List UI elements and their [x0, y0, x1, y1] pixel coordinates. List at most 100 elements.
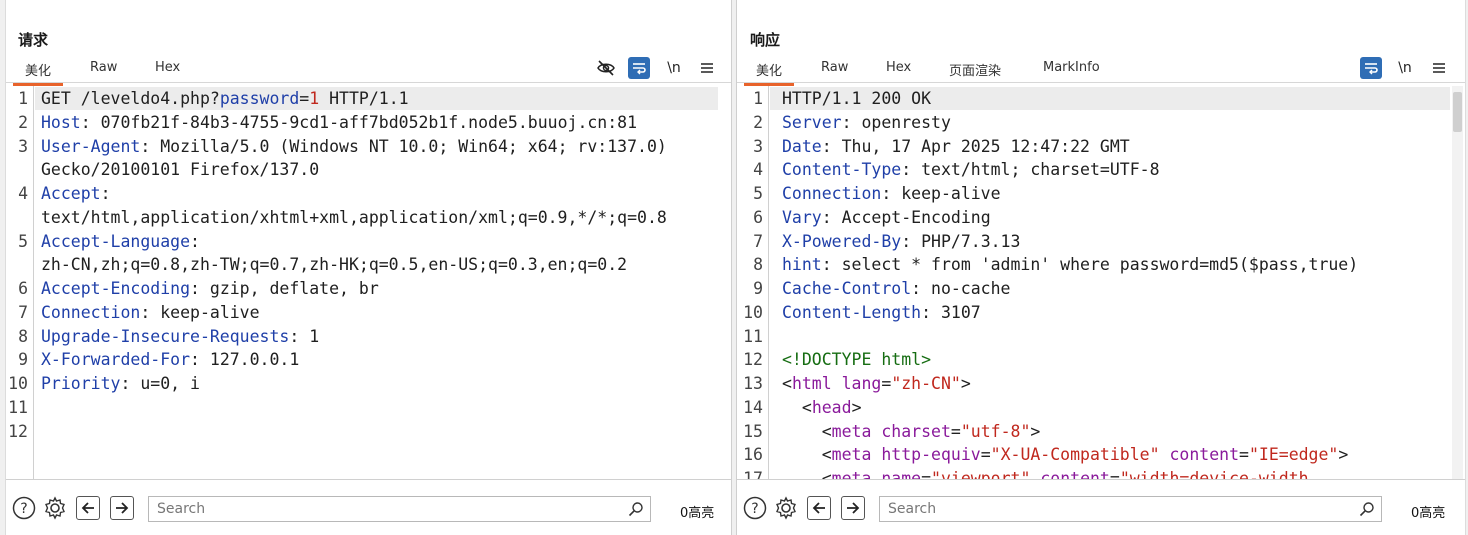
code-line: User-Agent: Mozilla/5.0 (Windows NT 10.0… — [41, 136, 667, 156]
response-editor[interactable]: 1 HTTP/1.1 200 OK 2 Server: openresty 3 Date:… — [737, 86, 1465, 480]
request-tabs: 美化 Raw Hex — [6, 58, 731, 86]
code-line: <meta charset="utf-8"> — [782, 421, 1041, 441]
response-highlight-count: 0高亮 — [1411, 506, 1446, 521]
code-line: <!DOCTYPE html> — [782, 350, 932, 370]
wrap-toggle-button[interactable] — [628, 57, 650, 79]
code-line: GET /leveldo4.php?password=1 HTTP/1.1 — [41, 89, 409, 108]
line-number: 2 — [753, 112, 763, 132]
code-line: Host: 070fb21f-84b3-4755-9cd1-aff7bd052b… — [41, 112, 638, 132]
line-number: 3 — [18, 136, 28, 156]
wrap-icon — [1365, 63, 1378, 75]
code-line: Content-Length: 3107 — [782, 302, 981, 322]
response-search-field[interactable] — [879, 496, 1382, 522]
code-line: Accept-Language: — [41, 231, 200, 251]
code-line: Vary: Accept-Encoding — [782, 207, 991, 227]
settings-button[interactable] — [43, 496, 67, 520]
response-tabs: 美化 Raw Hex 页面渲染 MarkInfo — [737, 58, 1465, 86]
svg-text:?: ? — [20, 501, 27, 517]
line-number: 7 — [18, 302, 28, 322]
code-line: Accept: — [41, 184, 111, 203]
line-number: 13 — [743, 374, 763, 393]
line-number: 1 — [18, 89, 28, 108]
code-line: Connection: keep-alive — [41, 302, 260, 322]
response-tab-render[interactable]: 页面渲染 — [949, 60, 1001, 79]
request-tab-raw[interactable]: Raw — [90, 60, 117, 75]
line-number: 6 — [18, 279, 28, 298]
code-line: X-Powered-By: PHP/7.3.13 — [782, 231, 1021, 251]
code-line: Accept-Encoding: gzip, deflate, br — [41, 279, 379, 298]
code-line: Priority: u=0, i — [41, 374, 200, 393]
arrow-left-icon — [81, 502, 94, 514]
hamburger-icon — [701, 63, 713, 73]
gear-icon — [45, 496, 65, 520]
code-line: Connection: keep-alive — [782, 184, 1001, 203]
line-number: 4 — [753, 160, 763, 180]
response-search-input[interactable] — [880, 497, 1381, 521]
request-menu-button[interactable] — [696, 57, 718, 79]
response-scroll-thumb[interactable] — [1453, 92, 1462, 132]
hide-nonprintable-button[interactable] — [595, 57, 617, 79]
response-scrollbar[interactable] — [1452, 86, 1463, 479]
response-title: 响应 — [750, 31, 781, 49]
search-next-button[interactable] — [110, 496, 134, 520]
request-editor[interactable]: 1 GET /leveldo4.php?password=1 HTTP/1.1 2 H… — [6, 86, 731, 480]
response-tab-pretty[interactable]: 美化 — [743, 60, 795, 86]
hamburger-icon — [1433, 63, 1445, 73]
line-number: 8 — [753, 255, 763, 275]
line-number: 11 — [743, 326, 763, 346]
line-number: 11 — [8, 397, 28, 417]
gear-icon — [776, 496, 796, 520]
response-tab-raw[interactable]: Raw — [821, 60, 848, 75]
line-number: 14 — [743, 397, 763, 417]
request-search-field[interactable] — [148, 496, 651, 522]
code-line: <head> — [782, 397, 862, 417]
response-pane: 响应 美化 Raw Hex 页面渲染 MarkInfo \n 1 HTTP/1.1… — [737, 0, 1465, 535]
line-number: 10 — [8, 374, 28, 393]
code-line: hint: select * from 'admin' where passwo… — [782, 255, 1359, 275]
arrow-right-icon — [847, 502, 860, 514]
response-wrap-toggle-button[interactable] — [1360, 57, 1382, 79]
line-number: 6 — [753, 207, 763, 227]
eye-slash-icon — [597, 60, 615, 76]
line-number: 2 — [18, 112, 28, 132]
request-tab-hex[interactable]: Hex — [155, 60, 180, 75]
newline-toggle-button[interactable]: \n — [663, 57, 685, 79]
request-search-input[interactable] — [149, 497, 650, 521]
response-newline-toggle-button[interactable]: \n — [1394, 57, 1416, 79]
help-button[interactable]: ? — [743, 496, 767, 520]
search-icon — [1359, 502, 1374, 517]
code-line: <meta name="viewport" content="width=dev… — [782, 469, 1309, 480]
code-line: Upgrade-Insecure-Requests: 1 — [41, 326, 320, 346]
response-tab-markinfo[interactable]: MarkInfo — [1043, 60, 1100, 75]
help-button[interactable]: ? — [12, 496, 36, 520]
settings-button[interactable] — [774, 496, 798, 520]
search-icon — [628, 502, 643, 517]
line-number: 12 — [8, 421, 28, 441]
code-line: zh-CN,zh;q=0.8,zh-TW;q=0.7,zh-HK;q=0.5,e… — [41, 255, 628, 275]
code-line: text/html,application/xhtml+xml,applicat… — [41, 207, 667, 227]
line-number: 8 — [18, 326, 28, 346]
line-number: 3 — [753, 136, 763, 156]
search-previous-button[interactable] — [807, 496, 831, 520]
code-line: Gecko/20100101 Firefox/137.0 — [41, 160, 320, 180]
arrow-right-icon — [116, 502, 129, 514]
request-title: 请求 — [18, 31, 49, 49]
http-editor: 请求 美化 Raw Hex \n 1 GET /leveldo4.php?pass… — [0, 0, 1468, 535]
help-icon: ? — [12, 496, 36, 520]
line-number: 12 — [743, 350, 763, 370]
wrap-icon — [633, 63, 646, 75]
line-number: 10 — [743, 302, 763, 322]
code-line: Content-Type: text/html; charset=UTF-8 — [782, 160, 1160, 180]
code-line: X-Forwarded-For: 127.0.0.1 — [41, 350, 300, 370]
code-line: Cache-Control: no-cache — [782, 279, 1011, 298]
code-line: Date: Thu, 17 Apr 2025 12:47:22 GMT — [782, 136, 1130, 156]
response-bottom-bar: ? 0高亮 — [737, 482, 1465, 535]
response-menu-button[interactable] — [1428, 57, 1450, 79]
code-line: <meta http-equiv="X-UA-Compatible" conte… — [782, 445, 1349, 465]
help-icon: ? — [743, 496, 767, 520]
response-tab-hex[interactable]: Hex — [886, 60, 911, 75]
search-previous-button[interactable] — [76, 496, 100, 520]
request-tab-pretty[interactable]: 美化 — [12, 60, 64, 86]
line-number: 7 — [753, 231, 763, 251]
search-next-button[interactable] — [841, 496, 865, 520]
